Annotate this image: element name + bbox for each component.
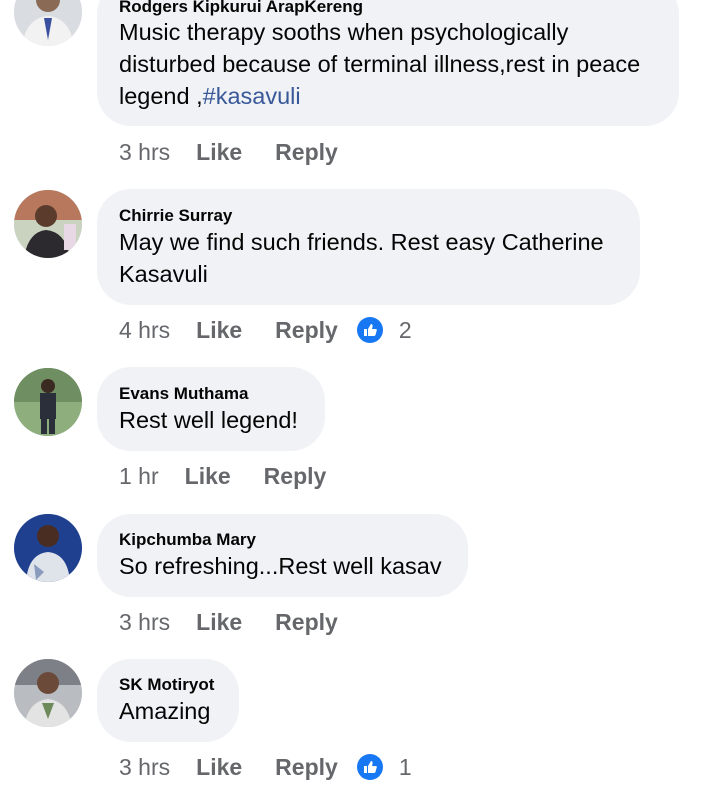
comment-text: Amazing: [119, 695, 210, 727]
reaction-count: 2: [398, 316, 412, 343]
reactions-summary[interactable]: 1: [356, 753, 412, 781]
avatar[interactable]: [14, 514, 82, 582]
comment-text-line: Music therapy sooths when psychologicall…: [119, 19, 569, 45]
avatar[interactable]: [14, 0, 82, 46]
avatar[interactable]: [14, 659, 82, 727]
comment-bubble: SK Motiryot Amazing: [97, 659, 239, 742]
comment-bubble: Rodgers Kipkurui ArapKereng Music therap…: [97, 0, 679, 126]
like-button[interactable]: Like: [196, 609, 242, 636]
reply-button[interactable]: Reply: [275, 139, 338, 166]
comment-text-line: Kasavuli: [119, 261, 208, 287]
comment-text-line: So refreshing...Rest well kasav: [119, 553, 442, 579]
comment-bubble: Evans Muthama Rest well legend!: [97, 367, 325, 451]
reaction-count: 1: [398, 753, 412, 780]
comment-actions: 3 hrs Like Reply: [119, 137, 357, 167]
comment-actions: 3 hrs Like Reply 1: [119, 752, 412, 782]
comment-text: Music therapy sooths when psychologicall…: [119, 16, 640, 112]
reactions-summary[interactable]: 2: [356, 316, 412, 344]
comment-author[interactable]: Evans Muthama: [119, 384, 248, 404]
comment-author[interactable]: Chirrie Surray: [119, 206, 232, 226]
comment-author[interactable]: Kipchumba Mary: [119, 530, 256, 550]
avatar[interactable]: [14, 190, 82, 258]
reply-button[interactable]: Reply: [264, 463, 327, 490]
comment-text: Rest well legend!: [119, 404, 298, 436]
comment-time[interactable]: 1 hr: [119, 463, 159, 490]
comment-time[interactable]: 3 hrs: [119, 609, 170, 636]
comment-author[interactable]: Rodgers Kipkurui ArapKereng: [119, 0, 363, 17]
like-icon: [356, 317, 383, 343]
like-button[interactable]: Like: [196, 139, 242, 166]
avatar[interactable]: [14, 368, 82, 436]
comment-time[interactable]: 3 hrs: [119, 139, 170, 166]
hashtag-link[interactable]: #kasavuli: [203, 83, 301, 109]
reply-button[interactable]: Reply: [275, 754, 338, 781]
comment-bubble: Chirrie Surray May we find such friends.…: [97, 189, 640, 305]
like-button[interactable]: Like: [196, 317, 242, 344]
comment-author[interactable]: SK Motiryot: [119, 675, 214, 695]
reply-button[interactable]: Reply: [275, 317, 338, 344]
comment-time[interactable]: 3 hrs: [119, 754, 170, 781]
like-icon: [356, 754, 383, 780]
comment-text-line: legend ,#kasavuli: [119, 83, 301, 109]
comment-text-line: Rest well legend!: [119, 407, 298, 433]
comment-text-line: May we find such friends. Rest easy Cath…: [119, 229, 604, 255]
comment-actions: 4 hrs Like Reply 2: [119, 315, 412, 345]
comment-text-line: disturbed because of terminal illness,re…: [119, 51, 641, 77]
comment-actions: 3 hrs Like Reply: [119, 607, 357, 637]
comment-text: May we find such friends. Rest easy Cath…: [119, 226, 604, 290]
comment-time[interactable]: 4 hrs: [119, 317, 170, 344]
reply-button[interactable]: Reply: [275, 609, 338, 636]
comment-text: So refreshing...Rest well kasav: [119, 550, 442, 582]
like-button[interactable]: Like: [185, 463, 231, 490]
comment-text-line: Amazing: [119, 698, 211, 724]
comment-actions: 1 hr Like Reply: [119, 461, 345, 491]
like-button[interactable]: Like: [196, 754, 242, 781]
comment-bubble: Kipchumba Mary So refreshing...Rest well…: [97, 514, 468, 597]
